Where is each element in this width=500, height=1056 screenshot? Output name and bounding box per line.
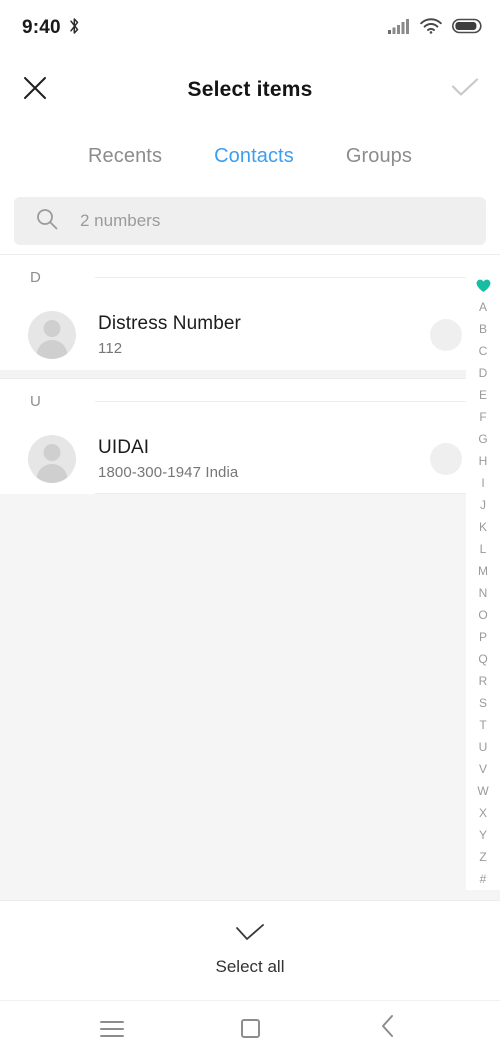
alpha-index-z[interactable]: Z xyxy=(466,846,500,868)
menu-icon xyxy=(100,1020,124,1037)
alpha-index-hash[interactable]: # xyxy=(466,868,500,890)
alpha-index-n[interactable]: N xyxy=(466,582,500,604)
person-avatar xyxy=(28,311,76,359)
battery-icon xyxy=(452,18,482,39)
home-button[interactable] xyxy=(227,1006,273,1052)
recents-button[interactable] xyxy=(89,1006,135,1052)
status-time: 9:40 xyxy=(22,17,61,38)
alpha-index-l[interactable]: L xyxy=(466,538,500,560)
bluetooth-icon xyxy=(68,17,81,40)
alpha-index-k[interactable]: K xyxy=(466,516,500,538)
divider xyxy=(95,493,500,494)
divider xyxy=(95,277,500,278)
alpha-index-u[interactable]: U xyxy=(466,736,500,758)
search-input[interactable]: 2 numbers xyxy=(14,197,486,245)
contact-name: UIDAI xyxy=(98,437,150,458)
alpha-index-r[interactable]: R xyxy=(466,670,500,692)
alpha-index-y[interactable]: Y xyxy=(466,824,500,846)
close-button[interactable] xyxy=(0,75,70,106)
alphabet-index[interactable]: A B C D E F G H I J K L M N O P Q R S T U V W X Y Z # xyxy=(466,270,500,890)
alpha-index-a[interactable]: A xyxy=(466,296,500,318)
contact-checkbox[interactable] xyxy=(430,319,462,351)
contact-row-distress-number[interactable]: Distress Number 112 xyxy=(0,300,500,370)
back-chevron-icon xyxy=(380,1014,396,1043)
contact-number: 1800-300-1947 India xyxy=(98,464,239,481)
alpha-index-m[interactable]: M xyxy=(466,560,500,582)
divider xyxy=(95,401,500,402)
contact-text: UIDAI 1800-300-1947 India xyxy=(76,437,430,481)
alpha-index-j[interactable]: J xyxy=(466,494,500,516)
system-nav-bar xyxy=(0,1000,500,1056)
contact-text: Distress Number 112 xyxy=(76,313,430,357)
alpha-index-c[interactable]: C xyxy=(466,340,500,362)
person-avatar xyxy=(28,435,76,483)
signal-bars-icon xyxy=(388,18,410,39)
contact-number: 112 xyxy=(98,340,123,357)
alpha-index-i[interactable]: I xyxy=(466,472,500,494)
section-header-d: D xyxy=(0,254,500,300)
alpha-index-d[interactable]: D xyxy=(466,362,500,384)
alpha-index-x[interactable]: X xyxy=(466,802,500,824)
tab-groups[interactable]: Groups xyxy=(346,145,412,168)
section-header-u: U xyxy=(0,378,500,424)
search-icon xyxy=(36,208,58,235)
section-letter: D xyxy=(30,269,41,286)
check-icon xyxy=(451,77,479,103)
alpha-index-v[interactable]: V xyxy=(466,758,500,780)
alpha-index-f[interactable]: F xyxy=(466,406,500,428)
alphabet-letters[interactable]: A B C D E F G H I J K L M N O P Q R S T U V W X Y Z # xyxy=(466,296,500,890)
contact-row-uidai[interactable]: UIDAI 1800-300-1947 India xyxy=(0,424,500,494)
alpha-index-t[interactable]: T xyxy=(466,714,500,736)
page-title: Select items xyxy=(187,78,313,101)
heart-icon[interactable] xyxy=(476,275,491,296)
alpha-index-e[interactable]: E xyxy=(466,384,500,406)
wifi-icon xyxy=(420,17,442,39)
search-placeholder: 2 numbers xyxy=(80,211,161,230)
alpha-index-q[interactable]: Q xyxy=(466,648,500,670)
status-bar-right xyxy=(388,17,482,39)
select-all-label: Select all xyxy=(215,957,285,976)
section-letter: U xyxy=(30,393,41,410)
tab-bar: Recents Contacts Groups xyxy=(0,124,500,188)
confirm-button[interactable] xyxy=(430,77,500,103)
alpha-index-g[interactable]: G xyxy=(466,428,500,450)
check-icon xyxy=(235,924,265,947)
search-area: 2 numbers xyxy=(0,188,500,254)
back-button[interactable] xyxy=(365,1006,411,1052)
close-icon xyxy=(22,75,48,106)
contact-name: Distress Number xyxy=(98,313,241,334)
status-bar: 9:40 xyxy=(0,0,500,56)
alpha-index-p[interactable]: P xyxy=(466,626,500,648)
alpha-index-s[interactable]: S xyxy=(466,692,500,714)
select-all-button[interactable]: Select all xyxy=(0,900,500,1000)
alpha-index-o[interactable]: O xyxy=(466,604,500,626)
section-divider xyxy=(0,370,500,378)
status-bar-left: 9:40 xyxy=(22,17,81,40)
tab-contacts[interactable]: Contacts xyxy=(214,145,294,168)
alpha-index-h[interactable]: H xyxy=(466,450,500,472)
alpha-index-b[interactable]: B xyxy=(466,318,500,340)
contact-list[interactable]: D Distress Number 112 U UIDAI 1800-300-1… xyxy=(0,254,500,900)
alpha-index-w[interactable]: W xyxy=(466,780,500,802)
contact-checkbox[interactable] xyxy=(430,443,462,475)
square-home-icon xyxy=(240,1019,260,1038)
contacts-select-screen: 9:40 Select items Recents Contacts Group… xyxy=(0,0,500,1056)
app-header: Select items xyxy=(0,56,500,124)
tab-recents[interactable]: Recents xyxy=(88,145,162,168)
